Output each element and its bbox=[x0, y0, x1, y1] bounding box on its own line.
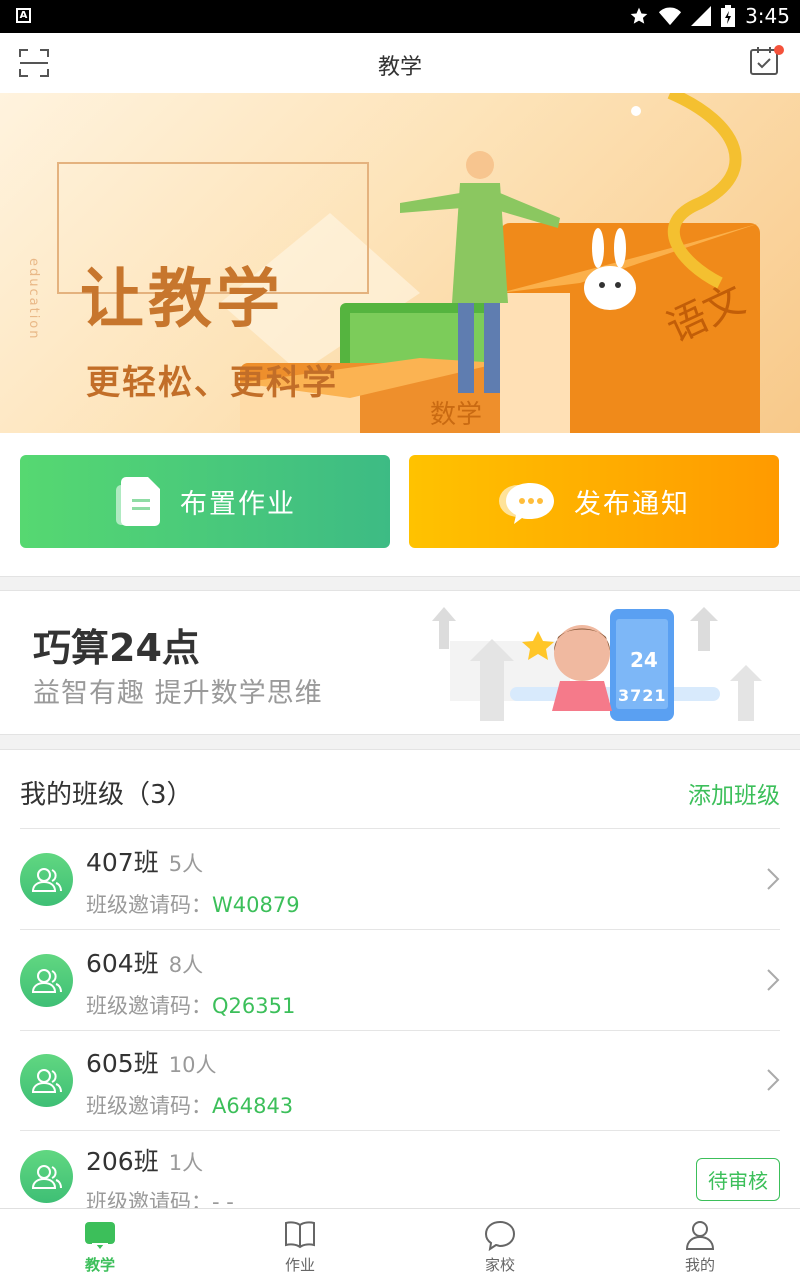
class-invite-code: 班级邀请码：W40879 bbox=[86, 889, 300, 919]
class-row[interactable]: 605班 10人 班级邀请码：A64843 bbox=[20, 1030, 780, 1131]
class-invite-code: 班级邀请码：Q26351 bbox=[86, 990, 295, 1020]
app-notification-icon: A bbox=[16, 8, 31, 23]
section-divider bbox=[0, 734, 800, 750]
invite-code-label: 班级邀请码： bbox=[86, 1190, 212, 1208]
chevron-right-icon bbox=[767, 1069, 780, 1091]
class-row[interactable]: 206班 1人 班级邀请码：- - 待审核 bbox=[20, 1130, 780, 1208]
quick-actions: 布置作业 发布通知 bbox=[0, 433, 800, 576]
class-name: 206班 1人 bbox=[86, 1142, 203, 1178]
class-title: 206班 bbox=[86, 1147, 159, 1176]
class-avatar bbox=[20, 1054, 73, 1107]
promo-banner[interactable]: 语文 数学 education 让教学 更轻松、更科学 bbox=[0, 93, 800, 433]
class-member-count: 10人 bbox=[168, 1053, 217, 1077]
tab-label: 家校 bbox=[484, 1256, 515, 1274]
class-name: 604班 8人 bbox=[86, 944, 203, 980]
banner-headline: 让教学 bbox=[80, 262, 284, 337]
wifi-icon bbox=[659, 7, 682, 26]
chat-board-icon bbox=[85, 1222, 115, 1249]
tab-label: 我的 bbox=[684, 1256, 715, 1274]
tab-home-school[interactable]: 家校 bbox=[400, 1209, 600, 1280]
group-icon bbox=[31, 1164, 62, 1189]
app-bar: 教学 bbox=[0, 33, 800, 93]
invite-code-label: 班级邀请码： bbox=[86, 1094, 212, 1118]
invite-code-value: W40879 bbox=[212, 893, 300, 917]
signal-icon bbox=[691, 6, 712, 26]
class-row[interactable]: 407班 5人 班级邀请码：W40879 bbox=[20, 829, 780, 930]
game-promo-card[interactable]: 巧算24点 益智有趣 提升数学思维 24 3721 bbox=[0, 591, 800, 734]
classes-title: 我的班级（3） bbox=[20, 780, 193, 810]
class-title: 605班 bbox=[86, 1049, 159, 1078]
person-icon bbox=[685, 1221, 715, 1250]
status-bar: A 3:45 bbox=[0, 0, 800, 33]
book-label-shuxue: 数学 bbox=[430, 400, 482, 430]
section-divider bbox=[0, 576, 800, 591]
class-name: 605班 10人 bbox=[86, 1044, 216, 1080]
status-time: 3:45 bbox=[745, 4, 790, 28]
invite-code-label: 班级邀请码： bbox=[86, 994, 212, 1018]
speech-bubble-icon bbox=[484, 1220, 516, 1251]
invite-code-value: A64843 bbox=[212, 1094, 294, 1118]
add-class-link[interactable]: 添加班级 bbox=[688, 776, 780, 810]
chat-bubbles-icon bbox=[499, 482, 554, 524]
class-invite-code: 班级邀请码：A64843 bbox=[86, 1090, 293, 1120]
group-icon bbox=[31, 867, 62, 892]
battery-icon bbox=[721, 5, 736, 27]
publish-notice-label: 发布通知 bbox=[574, 489, 690, 520]
promo-card-digits: 3721 bbox=[618, 686, 667, 705]
promo-title: 巧算24点 bbox=[33, 626, 200, 670]
invite-code-value: Q26351 bbox=[212, 994, 296, 1018]
publish-notice-button[interactable]: 发布通知 bbox=[409, 455, 779, 548]
book-icon bbox=[285, 1221, 315, 1249]
promo-card-number: 24 bbox=[630, 648, 658, 672]
bottom-tab-bar: 教学 作业 家校 我的 bbox=[0, 1208, 800, 1280]
star-icon bbox=[630, 7, 648, 24]
promo-subtitle: 益智有趣 提升数学思维 bbox=[33, 678, 323, 709]
class-title: 407班 bbox=[86, 848, 159, 877]
assign-homework-button[interactable]: 布置作业 bbox=[20, 455, 390, 548]
calendar-check-button[interactable] bbox=[748, 45, 784, 79]
class-avatar bbox=[20, 1150, 73, 1203]
assign-homework-label: 布置作业 bbox=[180, 489, 296, 520]
notification-dot bbox=[774, 45, 784, 55]
class-member-count: 1人 bbox=[168, 1151, 204, 1175]
class-avatar bbox=[20, 954, 73, 1007]
page-title: 教学 bbox=[377, 55, 422, 80]
promo-illustration: 24 3721 bbox=[432, 607, 762, 721]
banner-subline: 更轻松、更科学 bbox=[86, 363, 338, 403]
chevron-right-icon bbox=[767, 969, 780, 991]
banner-side-text: education bbox=[26, 258, 41, 341]
class-invite-code: 班级邀请码：- - bbox=[86, 1186, 234, 1208]
tab-label: 作业 bbox=[284, 1256, 315, 1274]
class-name: 407班 5人 bbox=[86, 843, 203, 879]
class-title: 604班 bbox=[86, 949, 159, 978]
classes-header: 我的班级（3） 添加班级 bbox=[20, 750, 780, 829]
invite-code-label: 班级邀请码： bbox=[86, 893, 212, 917]
class-member-count: 8人 bbox=[168, 953, 204, 977]
pending-review-badge: 待审核 bbox=[696, 1158, 780, 1201]
group-icon bbox=[31, 968, 62, 993]
tab-label: 教学 bbox=[84, 1256, 115, 1274]
class-member-count: 5人 bbox=[168, 852, 204, 876]
class-avatar bbox=[20, 853, 73, 906]
group-icon bbox=[31, 1068, 62, 1093]
tab-homework[interactable]: 作业 bbox=[200, 1209, 400, 1280]
invite-code-value: - - bbox=[212, 1190, 234, 1208]
class-row[interactable]: 604班 8人 班级邀请码：Q26351 bbox=[20, 930, 780, 1031]
tab-mine[interactable]: 我的 bbox=[600, 1209, 800, 1280]
tab-teaching[interactable]: 教学 bbox=[0, 1209, 200, 1280]
chevron-right-icon bbox=[767, 868, 780, 890]
document-icon bbox=[116, 476, 160, 526]
my-classes-section: 我的班级（3） 添加班级 407班 5人 班级邀请码：W40879 604班 8人 … bbox=[0, 750, 800, 1208]
